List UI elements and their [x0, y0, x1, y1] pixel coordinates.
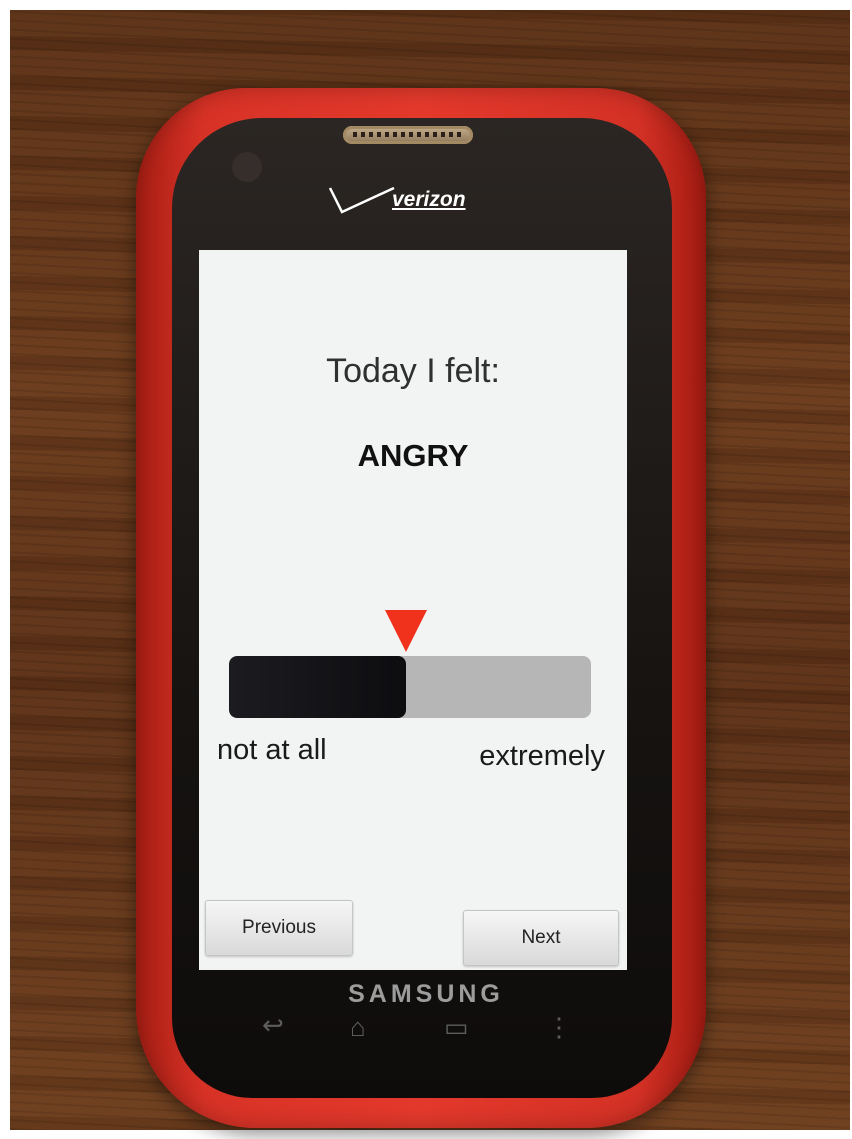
recent-apps-icon[interactable]: ▭ [444, 1012, 469, 1043]
back-icon[interactable]: ↩ [262, 1010, 284, 1041]
app-screen: Today I felt: ANGRY not at all extremely… [199, 250, 627, 970]
earpiece-speaker [343, 126, 473, 144]
samsung-logo: SAMSUNG [348, 980, 504, 1008]
next-button[interactable]: Next [463, 910, 619, 966]
slider-marker[interactable] [385, 610, 428, 652]
previous-button[interactable]: Previous [205, 900, 353, 956]
intensity-slider[interactable] [229, 656, 591, 718]
slider-min-label: not at all [217, 734, 327, 766]
menu-icon[interactable]: ⋮ [546, 1012, 572, 1043]
slider-fill [229, 656, 407, 718]
prompt-text: Today I felt: [326, 352, 500, 390]
emotion-label: ANGRY [357, 438, 469, 473]
carrier-logo: verizon [392, 188, 466, 211]
home-icon[interactable]: ⌂ [350, 1012, 366, 1043]
slider-max-label: extremely [479, 740, 605, 772]
verizon-checkmark-logo [328, 186, 395, 214]
front-camera [232, 152, 262, 182]
